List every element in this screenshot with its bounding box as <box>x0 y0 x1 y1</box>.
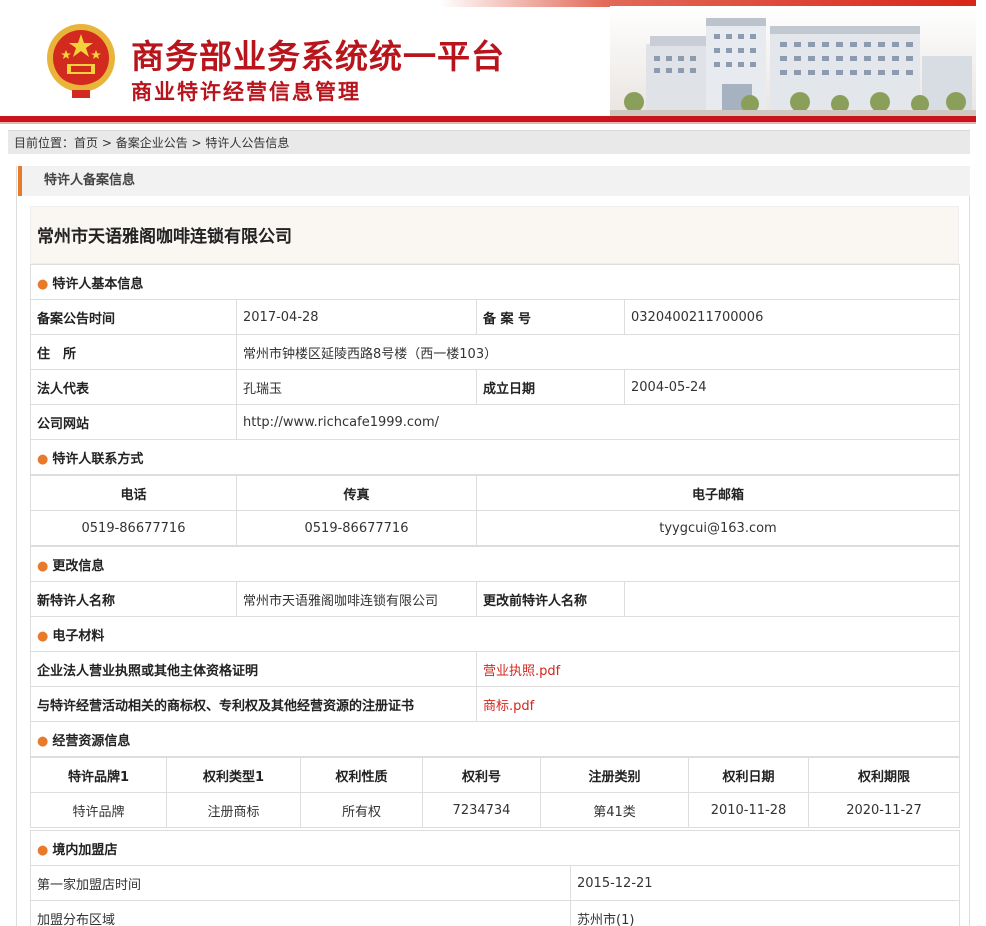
phone-value: 0519-86677716 <box>30 510 237 546</box>
breadcrumb-announcement-link[interactable]: 备案企业公告 <box>116 136 188 150</box>
resource-cell: 所有权 <box>300 792 423 828</box>
new-name-label: 新特许人名称 <box>30 581 237 617</box>
bullet-icon: ● <box>37 276 49 292</box>
material-label: 与特许经营活动相关的商标权、专利权及其他经营资源的注册证书 <box>30 686 477 722</box>
material-file-cell: 商标.pdf <box>475 686 961 722</box>
breadcrumb-separator: > <box>187 136 206 150</box>
bullet-icon: ● <box>37 733 49 749</box>
fax-header: 传真 <box>236 475 477 511</box>
national-emblem-icon <box>47 24 115 98</box>
section-contact: ● 特许人联系方式 <box>29 439 961 475</box>
material-file-cell: 营业执照.pdf <box>475 651 961 687</box>
panel-content: 常州市天语雅阁咖啡连锁有限公司 ● 特许人基本信息 备案公告时间 2017-04-… <box>29 206 961 926</box>
section-resources: ● 经营资源信息 <box>29 721 961 757</box>
platform-title: 商务部业务系统统一平台 <box>131 37 505 76</box>
section-basic-info: ● 特许人基本信息 <box>29 264 961 300</box>
platform-subtitle: 商业特许经营信息管理 <box>131 80 361 104</box>
bullet-icon: ● <box>37 628 49 644</box>
breadcrumb-prefix: 目前位置： <box>14 136 75 150</box>
section-materials: ● 电子材料 <box>29 616 961 652</box>
table-row: 特许品牌 注册商标 所有权 7234734 第41类 2010-11-28 20… <box>30 792 960 828</box>
resource-header: 权利号 <box>422 757 541 793</box>
first-store-label: 第一家加盟店时间 <box>30 865 571 901</box>
record-no-label: 备 案 号 <box>476 299 625 335</box>
contact-table: 电话 传真 电子邮箱 0519-86677716 0519-86677716 t… <box>30 475 960 546</box>
resource-header: 注册类别 <box>540 757 689 793</box>
resource-header: 权利性质 <box>300 757 423 793</box>
section-change: ● 更改信息 <box>29 546 961 582</box>
legal-rep-value: 孔瑞玉 <box>236 369 477 405</box>
license-pdf-link[interactable]: 营业执照.pdf <box>483 664 560 679</box>
breadcrumb-current: 特许人公告信息 <box>205 136 290 150</box>
domestic-table: ● 境内加盟店 第一家加盟店时间 2015-12-21 加盟分布区域 苏州市(1) <box>29 830 961 926</box>
panel-title: 特许人备案信息 <box>18 166 970 196</box>
bullet-icon: ● <box>37 558 49 574</box>
old-name-label: 更改前特许人名称 <box>476 581 625 617</box>
basic-info-table: ● 特许人基本信息 备案公告时间 2017-04-28 备 案 号 0320400… <box>29 264 961 475</box>
new-name-value: 常州市天语雅阁咖啡连锁有限公司 <box>236 581 477 617</box>
resource-cell: 7234734 <box>422 792 541 828</box>
fax-value: 0519-86677716 <box>236 510 477 546</box>
website-value: http://www.richcafe1999.com/ <box>235 404 961 440</box>
address-label: 住 所 <box>30 334 237 370</box>
resource-cell: 2020-11-27 <box>808 792 960 828</box>
building-illustration <box>610 6 976 116</box>
resource-cell: 注册商标 <box>166 792 301 828</box>
section-domestic: ● 境内加盟店 <box>29 830 961 866</box>
page-right-edge <box>976 0 986 926</box>
phone-header: 电话 <box>30 475 237 511</box>
record-time-value: 2017-04-28 <box>236 299 477 335</box>
change-table: ● 更改信息 新特许人名称 常州市天语雅阁咖啡连锁有限公司 更改前特许人名称 ● 电… <box>29 546 961 757</box>
first-store-value: 2015-12-21 <box>569 865 961 901</box>
material-label: 企业法人营业执照或其他主体资格证明 <box>30 651 477 687</box>
record-no-value: 0320400211700006 <box>623 299 961 335</box>
resource-cell: 特许品牌 <box>30 792 167 828</box>
trademark-pdf-link[interactable]: 商标.pdf <box>483 699 534 714</box>
email-value: tyygcui@163.com <box>476 510 960 546</box>
record-time-label: 备案公告时间 <box>30 299 237 335</box>
legal-rep-label: 法人代表 <box>30 369 237 405</box>
breadcrumb-home-link[interactable]: 首页 <box>74 136 98 150</box>
old-name-value <box>623 581 961 617</box>
resource-header: 权利日期 <box>688 757 809 793</box>
banner-bottom-stripe-light <box>0 122 976 124</box>
resource-cell: 2010-11-28 <box>688 792 809 828</box>
founded-value: 2004-05-24 <box>623 369 961 405</box>
bullet-icon: ● <box>37 451 49 467</box>
resource-header: 权利类型1 <box>166 757 301 793</box>
website-label: 公司网站 <box>30 404 237 440</box>
email-header: 电子邮箱 <box>476 475 960 511</box>
resource-cell: 第41类 <box>540 792 689 828</box>
founded-label: 成立日期 <box>476 369 625 405</box>
breadcrumb-separator: > <box>98 136 116 150</box>
header-banner: 商务部业务系统统一平台 商业特许经营信息管理 <box>0 0 976 124</box>
address-value: 常州市钟楼区延陵西路8号楼（西一楼103） <box>235 334 961 370</box>
region-value: 苏州市(1) <box>569 900 961 926</box>
breadcrumb: 目前位置：首页 > 备案企业公告 > 特许人公告信息 <box>8 130 970 154</box>
resources-table: 特许品牌1 权利类型1 权利性质 权利号 注册类别 权利日期 权利期限 特许品牌… <box>30 757 960 828</box>
company-name: 常州市天语雅阁咖啡连锁有限公司 <box>30 206 959 264</box>
resource-header: 特许品牌1 <box>30 757 167 793</box>
region-label: 加盟分布区域 <box>30 900 571 926</box>
resource-header: 权利期限 <box>808 757 960 793</box>
bullet-icon: ● <box>37 842 49 858</box>
